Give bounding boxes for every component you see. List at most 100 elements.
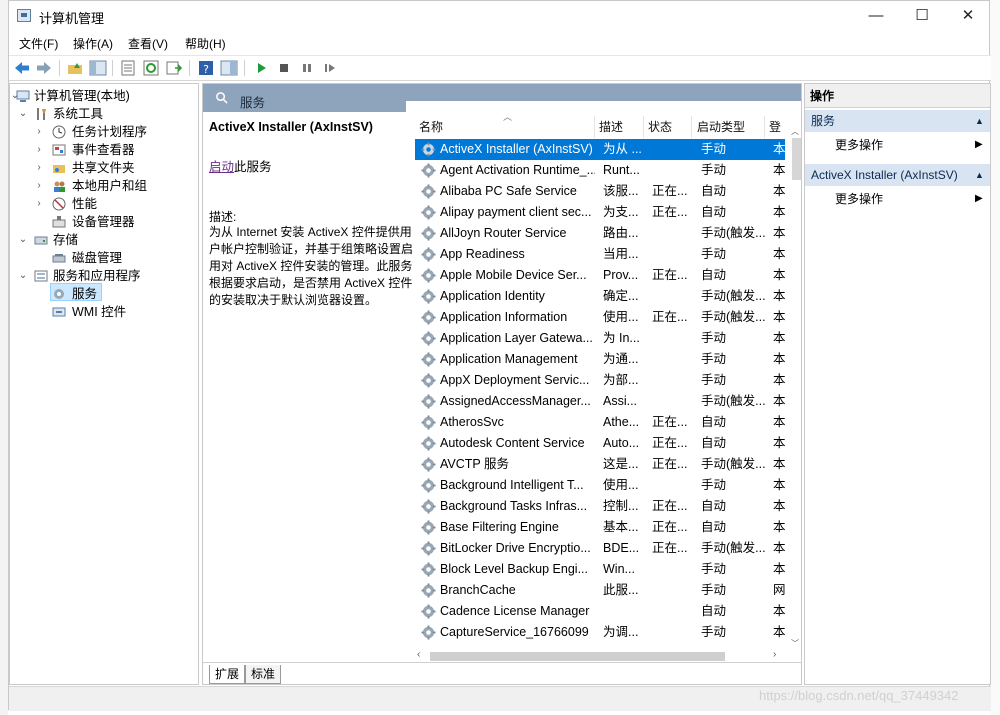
maximize-button[interactable]: ☐ xyxy=(899,1,945,31)
pause-service-icon[interactable] xyxy=(298,59,316,77)
service-logon: 本 xyxy=(773,415,785,429)
table-row[interactable]: BitLocker Drive Encryptio... BDE... 正在... 手… xyxy=(415,538,785,559)
column-header-name[interactable]: 名称 xyxy=(419,116,443,138)
table-row[interactable]: Alipay payment client sec... 为支... 正在... 自动… xyxy=(415,202,785,223)
column-header-logon[interactable]: 登 xyxy=(769,116,781,138)
table-row[interactable]: Application Information 使用... 正在... 手动(触发..… xyxy=(415,307,785,328)
toolbar: ? xyxy=(9,55,991,81)
restart-service-icon[interactable] xyxy=(321,59,339,77)
service-gear-icon xyxy=(421,604,436,619)
actions-section-services[interactable]: 服务 ▲ xyxy=(805,110,990,132)
vertical-scrollbar[interactable]: ︿ ﹀ xyxy=(790,126,801,650)
selected-service-name: ActiveX Installer (AxInstSV) xyxy=(209,120,373,134)
users-icon xyxy=(54,181,65,192)
tree-label-local-users: 本地用户和组 xyxy=(72,179,148,193)
tab-extended[interactable]: 扩展 xyxy=(209,665,246,684)
table-row[interactable]: CaptureService_16766099 为调... 手动 本 xyxy=(415,622,785,643)
service-name: Apple Mobile Device Ser... xyxy=(440,268,587,282)
tree-node-system-tools[interactable]: ⌄ 系统工具 xyxy=(10,105,196,123)
table-row[interactable]: AVCTP 服务 这是... 正在... 手动(触发... 本 xyxy=(415,454,785,475)
collapse-up-icon[interactable]: ▲ xyxy=(975,110,984,132)
tree-node-storage[interactable]: ⌄ 存储 xyxy=(10,231,196,249)
back-arrow-icon[interactable] xyxy=(13,59,31,77)
service-logon: 本 xyxy=(773,205,785,219)
table-row[interactable]: Block Level Backup Engi... Win... 手动 本 xyxy=(415,559,785,580)
service-name: Agent Activation Runtime_... xyxy=(440,163,595,177)
tree-node-device-manager[interactable]: 设备管理器 xyxy=(10,213,196,231)
tree-node-local-users[interactable]: › 本地用户和组 xyxy=(10,177,196,195)
table-row[interactable]: Alibaba PC Safe Service 该服... 正在... 自动 本 xyxy=(415,181,785,202)
scroll-up-icon[interactable]: ︿ xyxy=(791,126,799,137)
table-row[interactable]: Application Identity 确定... 手动(触发... 本 xyxy=(415,286,785,307)
table-row[interactable]: App Readiness 当用... 手动 本 xyxy=(415,244,785,265)
minimize-button[interactable]: — xyxy=(853,1,899,31)
tree-node-performance[interactable]: › 性能 xyxy=(10,195,196,213)
device-manager-icon xyxy=(52,216,66,228)
menu-action[interactable]: 操作(A) xyxy=(73,35,113,52)
service-description: Runt... xyxy=(603,163,640,177)
properties-icon[interactable] xyxy=(119,59,137,77)
forward-arrow-icon[interactable] xyxy=(35,59,53,77)
start-service-link[interactable]: 启动 xyxy=(209,160,234,174)
horizontal-scrollbar[interactable]: ‹ › xyxy=(415,649,785,662)
tree-node-shared-folders[interactable]: › 共享文件夹 xyxy=(10,159,196,177)
more-actions-services[interactable]: 更多操作 xyxy=(835,134,883,156)
stop-service-icon[interactable] xyxy=(275,59,293,77)
service-name: Application Layer Gatewa... xyxy=(440,331,593,345)
column-header-description[interactable]: 描述 xyxy=(599,116,623,138)
collapse-up-icon[interactable]: ▲ xyxy=(975,164,984,186)
start-service-icon[interactable] xyxy=(252,59,270,77)
scroll-right-icon[interactable]: › xyxy=(773,649,776,660)
table-row[interactable]: Base Filtering Engine 基本... 正在... 自动 本 xyxy=(415,517,785,538)
service-startup-type: 手动 xyxy=(701,331,727,345)
tree-node-task-scheduler[interactable]: › 任务计划程序 xyxy=(10,123,196,141)
table-row[interactable]: Background Intelligent T... 使用... 手动 本 xyxy=(415,475,785,496)
tree-node-event-viewer[interactable]: › 事件查看器 xyxy=(10,141,196,159)
column-header-status[interactable]: 状态 xyxy=(648,116,672,138)
table-row[interactable]: BranchCache 此服... 手动 网 xyxy=(415,580,785,601)
tree-node-services[interactable]: 服务 xyxy=(10,285,196,303)
menu-help[interactable]: 帮助(H) xyxy=(185,35,226,52)
close-button[interactable]: ✕ xyxy=(945,1,991,31)
table-row[interactable]: Apple Mobile Device Ser... Prov... 正在... 自动… xyxy=(415,265,785,286)
table-row[interactable]: AssignedAccessManager... Assi... 手动(触发... 本 xyxy=(415,391,785,412)
more-actions-selected[interactable]: 更多操作 xyxy=(835,188,883,210)
tree-node-root[interactable]: ⌄ 计算机管理(本地) xyxy=(10,87,196,105)
service-logon: 本 xyxy=(773,247,785,261)
refresh-icon[interactable] xyxy=(142,59,160,77)
table-row[interactable]: Autodesk Content Service Auto... 正在... 自动 本 xyxy=(415,433,785,454)
column-header-startup-type[interactable]: 启动类型 xyxy=(697,116,745,138)
horizontal-scroll-thumb[interactable] xyxy=(430,652,725,661)
table-row[interactable]: Cadence License Manager 自动 本 xyxy=(415,601,785,622)
table-row[interactable]: Agent Activation Runtime_... Runt... 手动 本 xyxy=(415,160,785,181)
tree-node-disk-management[interactable]: 磁盘管理 xyxy=(10,249,196,267)
service-logon: 本 xyxy=(773,436,785,450)
menu-file[interactable]: 文件(F) xyxy=(19,35,58,52)
actions-section-selected-service[interactable]: ActiveX Installer (AxInstSV) ▲ xyxy=(805,164,990,186)
help-icon[interactable]: ? xyxy=(197,59,215,77)
scroll-down-icon[interactable]: ﹀ xyxy=(791,638,799,649)
table-row[interactable]: AppX Deployment Servic... 为部... 手动 本 xyxy=(415,370,785,391)
table-row[interactable]: AtherosSvc Athe... 正在... 自动 本 xyxy=(415,412,785,433)
table-row[interactable]: Application Layer Gatewa... 为 In... 手动 本 xyxy=(415,328,785,349)
service-status: 正在... xyxy=(652,436,688,450)
service-logon: 网 xyxy=(773,583,785,597)
tree-node-services-apps[interactable]: ⌄ 服务和应用程序 xyxy=(10,267,196,285)
menu-view[interactable]: 查看(V) xyxy=(128,35,168,52)
up-folder-icon[interactable] xyxy=(66,59,84,77)
table-row[interactable]: ActiveX Installer (AxInstSV) 为从 ... 手动 本 xyxy=(415,139,785,160)
table-row[interactable]: AllJoyn Router Service 路由... 手动(触发... 本 xyxy=(415,223,785,244)
service-startup-type: 手动 xyxy=(701,478,727,492)
services-list: ︿ 名称 描述 状态 启动类型 登 ActiveX Installer (AxI… xyxy=(415,112,801,662)
scroll-left-icon[interactable]: ‹ xyxy=(417,649,420,660)
service-description: Win... xyxy=(603,562,635,576)
tab-standard[interactable]: 标准 xyxy=(245,665,282,684)
show-hide-tree-icon[interactable] xyxy=(89,59,107,77)
export-list-icon[interactable] xyxy=(165,59,183,77)
service-description: 使用... xyxy=(603,310,639,324)
table-row[interactable]: Application Management 为通... 手动 本 xyxy=(415,349,785,370)
view-pane-icon[interactable] xyxy=(220,59,238,77)
table-row[interactable]: Background Tasks Infras... 控制... 正在... 自动 本 xyxy=(415,496,785,517)
tree-node-wmi[interactable]: WMI 控件 xyxy=(10,303,196,321)
vertical-scroll-thumb[interactable] xyxy=(792,138,801,180)
